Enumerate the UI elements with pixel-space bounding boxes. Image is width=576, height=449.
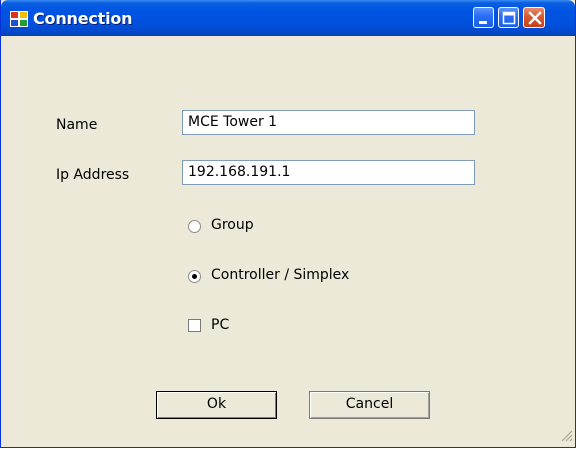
controller-simplex-label: Controller / Simplex (211, 267, 350, 283)
group-radio[interactable] (188, 220, 201, 233)
name-label: Name (56, 117, 98, 133)
maximize-icon (502, 11, 516, 25)
ip-address-field[interactable]: 192.168.191.1 (182, 160, 475, 185)
minimize-icon (479, 21, 487, 24)
connection-dialog: Connection Name MCE Tower 1 Ip Address 1… (0, 0, 576, 448)
window-title: Connection (33, 9, 133, 28)
minimize-button[interactable] (473, 7, 494, 28)
radio-selected-dot (192, 274, 197, 279)
maximize-button[interactable] (498, 7, 519, 28)
resize-grip-icon[interactable] (559, 428, 573, 442)
cancel-button[interactable]: Cancel (309, 391, 430, 419)
pc-checkbox[interactable] (188, 319, 201, 332)
close-button[interactable] (523, 7, 545, 28)
app-window-icon (10, 11, 28, 27)
ok-button[interactable]: Ok (156, 391, 277, 419)
close-icon (528, 11, 542, 25)
group-label: Group (211, 217, 254, 233)
ip-address-label: Ip Address (56, 167, 130, 183)
pc-label: PC (211, 317, 230, 333)
controller-simplex-radio[interactable] (188, 270, 201, 283)
title-bar[interactable]: Connection (1, 0, 575, 36)
name-field[interactable]: MCE Tower 1 (182, 110, 475, 135)
